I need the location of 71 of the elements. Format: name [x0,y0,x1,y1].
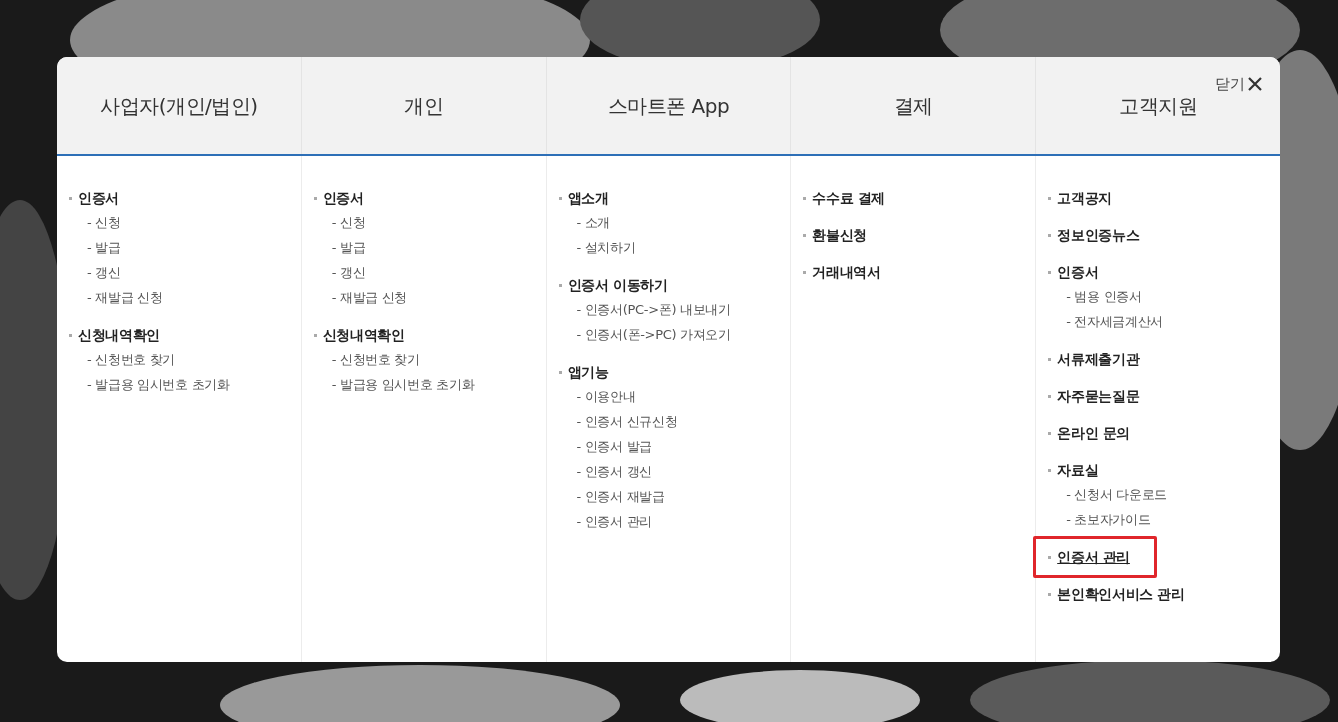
submenu-link[interactable]: - 인증서 발급 [576,434,652,459]
menu-link[interactable]: 온라인 문의 [1057,422,1130,444]
submenu-link[interactable]: - 소개 [576,210,611,235]
bullet-icon [558,283,562,287]
submenu-link[interactable]: - 재발급 신청 [331,285,408,310]
menu-link[interactable]: 거래내역서 [812,261,881,283]
close-icon [1248,77,1262,92]
submenu-link[interactable]: - 인증서 갱신 [576,459,652,484]
submenu-link[interactable]: - 범용 인증서 [1066,284,1142,309]
bullet-icon [1048,270,1052,274]
bullet-icon [803,233,807,237]
submenu-link[interactable]: - 신청번호 찾기 [87,347,176,372]
bullet-icon [69,333,72,337]
submenu-link[interactable]: - 인증서 신규신청 [576,409,678,434]
submenu-link[interactable]: - 신청 [87,210,121,235]
column-heading: 개인 [404,92,444,120]
menu-link[interactable]: 수수료 결제 [812,187,886,209]
menu-link[interactable]: 본인확인서비스 관리 [1057,583,1185,605]
submenu-link[interactable]: - 신청 [331,210,366,235]
bullet-icon [1048,592,1052,596]
bullet-icon [1048,468,1052,472]
bullet-icon [69,196,72,200]
bullet-icon [803,196,807,200]
submenu-link[interactable]: - 신청서 다운로드 [1066,482,1167,507]
column-heading: 결제 [893,92,933,120]
bullet-icon [1048,233,1052,237]
bullet-icon [558,196,562,200]
menu-link[interactable]: 환불신청 [812,224,868,246]
submenu-link[interactable]: - 신청번호 찾기 [331,347,420,372]
bullet-icon [1048,394,1052,398]
submenu-link[interactable]: - 발급 [331,235,366,260]
menu-link[interactable]: 인증서 이동하기 [567,274,668,296]
menu-link[interactable]: 앱기능 [567,361,609,383]
bullet-icon [1048,431,1052,435]
submenu-link[interactable]: - 인증서(폰->PC) 가져오기 [576,322,731,347]
submenu-link[interactable]: - 인증서 재발급 [576,484,665,509]
submenu-link[interactable]: - 재발급 신청 [87,285,163,310]
submenu-link[interactable]: - 설치하기 [576,235,636,260]
menu-link[interactable]: 정보인증뉴스 [1057,224,1140,246]
menu-link[interactable]: 고객공지 [1057,187,1112,209]
menu-link[interactable]: 자주묻는질문 [1057,385,1140,407]
menu-link[interactable]: 서류제출기관 [1057,348,1140,370]
bullet-icon [558,370,562,374]
submenu-link[interactable]: - 발급 [87,235,121,260]
column-heading: 고객지원 [1119,92,1198,120]
column-heading: 사업자(개인/법인) [100,92,258,120]
menu-link[interactable]: 인증서 관리 [1057,546,1130,568]
bullet-icon [803,270,807,274]
menu-link[interactable]: 자료실 [1057,459,1099,481]
submenu-link[interactable]: - 전자세금계산서 [1066,309,1164,334]
submenu-link[interactable]: - 인증서(PC->폰) 내보내기 [576,297,731,322]
menu-link[interactable]: 신청내역확인 [78,324,160,346]
submenu-link[interactable]: - 발급용 임시번호 초기화 [331,372,475,397]
bullet-icon [1048,357,1052,361]
menu-link[interactable]: 앱소개 [567,187,609,209]
bullet-icon [313,333,317,337]
menu-link[interactable]: 인증서 [78,187,119,209]
column-heading: 스마트폰 App [607,92,730,120]
submenu-link[interactable]: - 갱신 [87,260,121,285]
bullet-icon [1048,196,1052,200]
menu-link[interactable]: 신청내역확인 [322,324,405,346]
menu-link[interactable]: 인증서 [322,187,364,209]
submenu-link[interactable]: - 인증서 관리 [576,509,652,534]
close-button[interactable]: 닫기 [1215,73,1262,96]
submenu-link[interactable]: - 이용안내 [576,384,636,409]
menu-link[interactable]: 인증서 [1057,261,1099,283]
submenu-link[interactable]: - 갱신 [331,260,366,285]
submenu-link[interactable]: - 발급용 임시번호 초기화 [87,372,230,397]
bullet-icon [313,196,317,200]
submenu-link[interactable]: - 초보자가이드 [1066,507,1151,532]
bullet-icon [1048,555,1052,559]
